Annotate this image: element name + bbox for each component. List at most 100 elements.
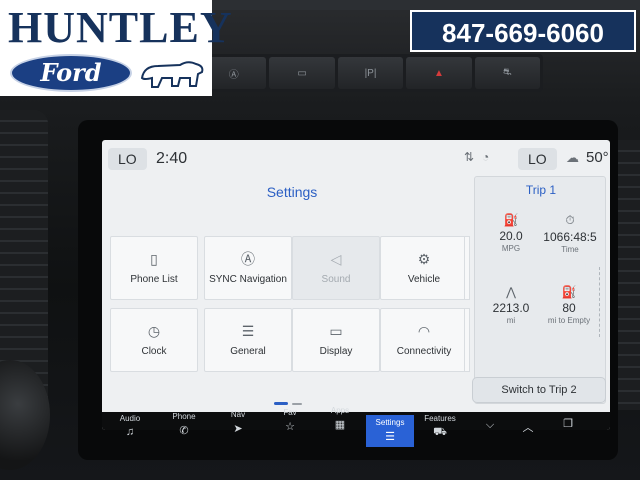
stat-unit: Time — [561, 245, 579, 254]
nav-phone[interactable]: Phone ✆ — [162, 412, 206, 452]
dealer-logo: HUNTLEY Ford — [0, 0, 232, 96]
nav-settings[interactable]: Settings ☰ — [366, 415, 414, 447]
star-icon: ☆ — [285, 421, 295, 433]
hazard-icon: ▲ — [433, 67, 444, 79]
stat-value: 1066:48:5 — [543, 230, 597, 244]
phone-icon: ✆ — [179, 425, 189, 437]
tile-vehicle[interactable]: ⚙ Vehicle — [380, 236, 468, 300]
car-icon: ⛟ — [433, 426, 447, 438]
tile-next-page-peek — [464, 308, 470, 372]
park-icon: |P| — [364, 67, 377, 79]
hazard-button[interactable]: ▲ — [406, 57, 472, 89]
stat-value: 80 — [562, 301, 576, 315]
trip-panel: Trip 1 ⛽ 20.0 MPG ⏱ 1066:48:5 Time ⋀ 221… — [474, 176, 606, 404]
road-icon: ⋀ — [506, 285, 516, 299]
cloud-icon: ☁ — [566, 150, 579, 165]
tile-label: Connectivity — [396, 345, 452, 357]
tile-label: Vehicle — [407, 273, 441, 285]
nav-label: Phone — [172, 412, 196, 421]
nav-expand-up[interactable]: ︿ — [506, 416, 550, 456]
tile-clock[interactable]: ◷ Clock — [110, 308, 198, 372]
nav-favorites[interactable]: Fav ☆ — [268, 408, 312, 448]
phone-list-icon: ▯ — [150, 250, 158, 267]
auto-icon: Ⓐ — [228, 69, 239, 81]
tile-display[interactable]: ▭ Display — [292, 308, 380, 372]
tile-sound[interactable]: ◁ Sound — [292, 236, 380, 300]
trip-stat-time: ⏱ 1066:48:5 Time — [533, 213, 607, 254]
vehicle-icon: ⚙ — [417, 250, 431, 267]
navigation-arrow-icon: ➤ — [233, 423, 243, 435]
tile-label: Sound — [321, 273, 351, 285]
nav-multitask[interactable]: ❐ — [546, 414, 590, 454]
trip-stat-mpg: ⛽ 20.0 MPG — [481, 213, 541, 253]
tile-label: Display — [319, 345, 353, 357]
nav-label: Features — [424, 414, 456, 423]
tile-phone-list[interactable]: ▯ Phone List — [110, 236, 198, 300]
dealer-phone[interactable]: 847-669-6060 — [410, 10, 636, 52]
page-dot-active — [274, 402, 288, 405]
polar-bear-icon — [140, 61, 204, 88]
nav-apps[interactable]: Apps ▦ — [318, 406, 362, 446]
nav-label: Fav — [283, 408, 297, 417]
dealer-name: HUNTLEY — [8, 3, 233, 52]
outside-temperature: 50° — [586, 149, 609, 166]
nav-navigation[interactable]: Nav ➤ — [216, 410, 260, 450]
signal-icon: ⇅ — [464, 150, 475, 164]
fuel-economy-icon: ⛽ — [503, 213, 519, 227]
nav-features[interactable]: Features ⛟ — [418, 414, 462, 454]
stat-unit: mi — [506, 316, 516, 325]
trip-title: Trip 1 — [525, 183, 557, 197]
tile-sync-navigation[interactable]: Ⓐ SYNC Navigation — [204, 236, 292, 300]
driver-climate-chip[interactable]: LO — [108, 148, 147, 170]
park-assist-button[interactable]: |P| — [337, 57, 404, 89]
chevron-up-icon: ︿ — [522, 422, 534, 434]
tile-label: Clock — [141, 345, 167, 357]
page-indicator — [274, 402, 302, 405]
passenger-climate-chip[interactable]: LO — [518, 148, 557, 170]
nav-audio[interactable]: Audio ♫ — [108, 414, 152, 454]
camera-icon: ▭ — [297, 67, 307, 79]
nav-label: Nav — [230, 410, 246, 419]
camera-button[interactable]: ▭ — [269, 57, 335, 89]
settings-title: Settings — [266, 184, 318, 200]
fuel-pump-icon: ⛽ — [561, 285, 577, 299]
wifi-icon: ◔ — [482, 150, 490, 164]
tile-connectivity[interactable]: ◠ Connectivity — [380, 308, 468, 372]
wifi-icon: ◠ — [417, 322, 431, 339]
settings-sliders-icon: ☰ — [385, 431, 395, 443]
tile-label: General — [230, 345, 266, 357]
tile-label: SYNC Navigation — [209, 273, 287, 285]
windows-icon: ❐ — [563, 418, 573, 430]
tile-next-page-peek — [464, 236, 470, 300]
traction-control-button[interactable]: ⛐ — [474, 57, 541, 89]
trip-stat-distance: ⋀ 2213.0 mi — [481, 285, 541, 325]
switch-trip-button[interactable]: Switch to Trip 2 — [472, 377, 606, 403]
music-note-icon: ♫ — [125, 426, 135, 438]
tile-general[interactable]: ☰ General — [204, 308, 292, 372]
ford-logo: Ford — [10, 54, 132, 92]
display-icon: ▭ — [329, 322, 343, 339]
speaker-icon: ◁ — [330, 250, 342, 267]
trip-stat-range: ⛽ 80 mi to Empty — [539, 285, 599, 325]
overlay-strip — [212, 0, 640, 10]
stat-unit: mi to Empty — [547, 316, 591, 325]
status-bar: LO 2:40 ⇅ ◔ LO ☁ 50° — [102, 140, 610, 176]
page-dot — [292, 402, 302, 405]
stat-value: 20.0 — [499, 229, 523, 243]
hardware-button-strip: Ⓐ ▭ |P| ▲ ⛐ — [198, 54, 543, 92]
trip-scrollbar[interactable] — [599, 267, 602, 337]
infotainment-screen: LO 2:40 ⇅ ◔ LO ☁ 50° Settings ▯ Phone Li… — [102, 140, 610, 430]
stat-value: 2213.0 — [492, 301, 530, 315]
nav-label: Audio — [119, 414, 141, 423]
nav-label: Settings — [375, 418, 405, 427]
traction-off-icon: ⛐ — [503, 66, 512, 78]
sliders-icon: ☰ — [241, 322, 255, 339]
apps-grid-icon: ▦ — [334, 419, 346, 431]
nav-label: Apps — [330, 406, 350, 415]
clock-time: 2:40 — [156, 150, 188, 167]
clock-icon: ◷ — [147, 322, 161, 339]
stopwatch-icon: ⏱ — [565, 213, 575, 227]
tile-label: Phone List — [130, 273, 178, 285]
stat-unit: MPG — [501, 244, 521, 253]
navigation-icon: Ⓐ — [241, 250, 255, 267]
